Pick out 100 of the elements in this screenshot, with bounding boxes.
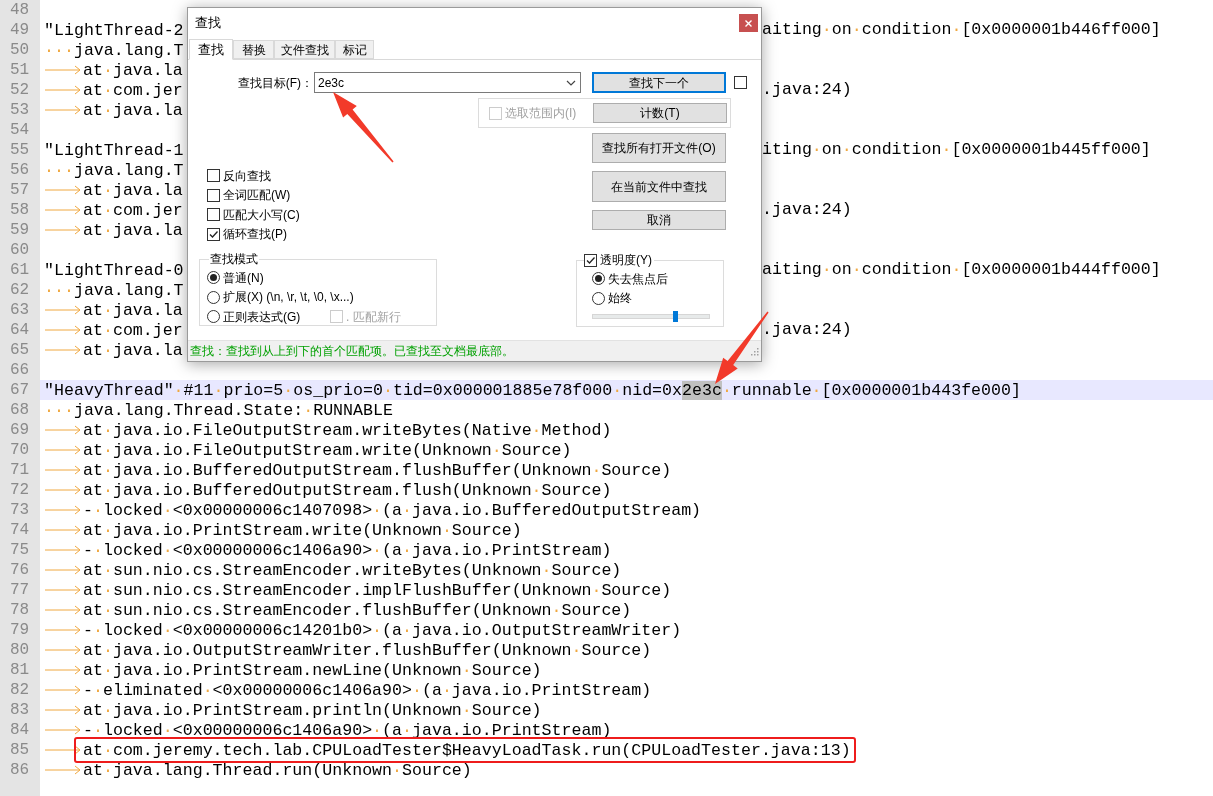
checkbox-label: . 匹配新行 (346, 308, 401, 326)
line-number: 48 (10, 2, 30, 18)
code-line: at·sun.nio.cs.StreamEncoder.writeBytes(Unknown·Source) (83, 561, 622, 579)
line-number: 59 (10, 222, 30, 238)
line-number: 61 (10, 262, 30, 278)
code-line: -·eliminated·<0x00000006c1406a90>·(a·java.io.PrintStream) (83, 681, 652, 699)
find-in-current-button[interactable]: 在当前文件中查找 (592, 171, 726, 202)
code-line: at·java.io.PrintStream.println(Unknown·Source) (83, 701, 542, 719)
code-line: ···java.lang.T (44, 41, 184, 59)
code-line: at·com.jer (83, 321, 183, 339)
cancel-button[interactable]: 取消 (592, 210, 726, 230)
line-number: 57 (10, 182, 30, 198)
radio-label: 始终 (608, 290, 632, 308)
line-number: 64 (10, 322, 30, 338)
line-number: 68 (10, 402, 30, 418)
close-button[interactable] (739, 14, 758, 32)
line-number: 70 (10, 442, 30, 458)
line-number: 73 (10, 502, 30, 518)
code-line: "LightThread-1 (44, 141, 184, 159)
line-number: 80 (10, 642, 30, 658)
tab[interactable]: 替换 (233, 40, 274, 59)
code-line: -·locked·<0x00000006c14201b0>·(a·java.io.OutputStreamWriter) (83, 621, 682, 639)
line-number: 74 (10, 522, 30, 538)
line-number: 72 (10, 482, 30, 498)
line-number: 76 (10, 562, 30, 578)
line-number: 85 (10, 742, 30, 758)
checkbox-label: 透明度(Y) (600, 252, 652, 269)
code-line: ···java.lang.Thread.State:·RUNNABLE (44, 401, 393, 419)
code-line: .java:24) (762, 320, 852, 340)
code-line: aiting·on·condition·[0x0000001b444ff000] (762, 260, 1161, 280)
checkbox[interactable] (207, 208, 220, 222)
code-line: iting·on·condition·[0x0000001b445ff000] (762, 140, 1151, 160)
radio-label: 正则表达式(G) (223, 308, 301, 326)
tab[interactable]: 查找 (189, 39, 233, 60)
checkbox[interactable] (207, 169, 220, 183)
code-line: at·java.io.PrintStream.newLine(Unknown·Source) (83, 661, 542, 679)
code-line: .java:24) (762, 200, 852, 220)
line-number: 66 (10, 362, 30, 378)
code-line: .java:24) (762, 80, 852, 100)
tab[interactable]: 标记 (335, 40, 374, 59)
code-line: ···java.lang.T (44, 161, 184, 179)
radio-button[interactable] (207, 310, 220, 324)
line-number: 81 (10, 662, 30, 678)
code-line: -·locked·<0x00000006c1407098>·(a·java.io.BufferedOutputStream) (83, 501, 702, 519)
radio-label: 扩展(X) (\n, \r, \t, \0, \x...) (223, 289, 354, 307)
code-line: at·com.jer (83, 201, 183, 219)
code-line: at·java.lang.Thread.run(Unknown·Source) (83, 761, 472, 779)
checkbox[interactable] (207, 188, 220, 202)
tab[interactable]: 文件查找 (274, 40, 335, 59)
line-number: 77 (10, 582, 30, 598)
annotation-arrow (333, 92, 394, 163)
checkbox-label: 选取范围内(I) (505, 105, 577, 122)
line-number: 60 (10, 242, 30, 258)
code-line: at·java.io.OutputStreamWriter.flushBuffer(Unknown·Source) (83, 641, 652, 659)
line-number: 49 (10, 22, 30, 38)
line-number: 62 (10, 282, 30, 298)
radio-button[interactable] (207, 290, 220, 304)
code-line: at·java.la (83, 101, 183, 119)
code-line: at·java.io.FileOutputStream.write(Unknown·Source) (83, 441, 572, 459)
code-line: at·java.la (83, 61, 183, 79)
line-number: 78 (10, 602, 30, 618)
line-number: 50 (10, 42, 30, 58)
dialog-title: 查找 (195, 14, 221, 33)
checkbox[interactable] (584, 253, 597, 267)
code-line: at·java.io.PrintStream.write(Unknown·Source) (83, 521, 522, 539)
search-combo-box[interactable]: 2e3c (314, 72, 581, 93)
checkbox[interactable] (207, 227, 220, 241)
close-icon (745, 19, 752, 27)
line-number: 53 (10, 102, 30, 118)
code-line: at·java.io.BufferedOutputStream.flush(Unknown·Source) (83, 481, 612, 499)
line-number: 67 (10, 382, 30, 398)
chevron-down-icon[interactable] (566, 80, 576, 86)
find-all-button[interactable]: 查找所有打开文件(O) (592, 133, 726, 163)
code-line: at·java.io.BufferedOutputStream.flushBuffer(Unknown·Source) (83, 461, 672, 479)
checkbox-label: 匹配大小写(C) (223, 206, 300, 224)
count-button[interactable]: 计数(T) (593, 103, 727, 123)
radio-button[interactable] (207, 271, 220, 285)
resize-grip-icon[interactable] (749, 346, 759, 356)
field-label: 查找目标(F)： (236, 74, 314, 92)
find-next-button[interactable]: 查找下一个 (592, 72, 726, 93)
status-text: 查找：查找到从上到下的首个匹配项。已查找至文档最底部。 (190, 343, 514, 360)
slider-track[interactable] (592, 314, 710, 319)
line-number: 82 (10, 682, 30, 698)
radio-button[interactable] (592, 291, 605, 305)
line-number: 71 (10, 462, 30, 478)
checkbox[interactable] (734, 76, 747, 89)
line-number: 51 (10, 62, 30, 78)
code-line: at·java.la (83, 181, 183, 199)
code-line: at·com.jeremy.tech.lab.CPULoadTester$HeavyLoadTask.run(CPULoadTester.java:13) (83, 741, 851, 759)
slider-thumb[interactable] (673, 311, 679, 322)
line-number: 56 (10, 162, 30, 178)
code-line: -·locked·<0x00000006c1406a90>·(a·java.io.PrintStream) (83, 541, 612, 559)
line-number: 79 (10, 622, 30, 638)
radio-button[interactable] (592, 272, 605, 286)
code-line: at·sun.nio.cs.StreamEncoder.flushBuffer(Unknown·Source) (83, 601, 632, 619)
line-number: 75 (10, 542, 30, 558)
code-line: aiting·on·condition·[0x0000001b446ff000] (762, 20, 1161, 40)
code-line: "LightThread-0 (44, 261, 184, 279)
code-line: "LightThread-2 (44, 21, 184, 39)
line-number: 52 (10, 82, 30, 98)
